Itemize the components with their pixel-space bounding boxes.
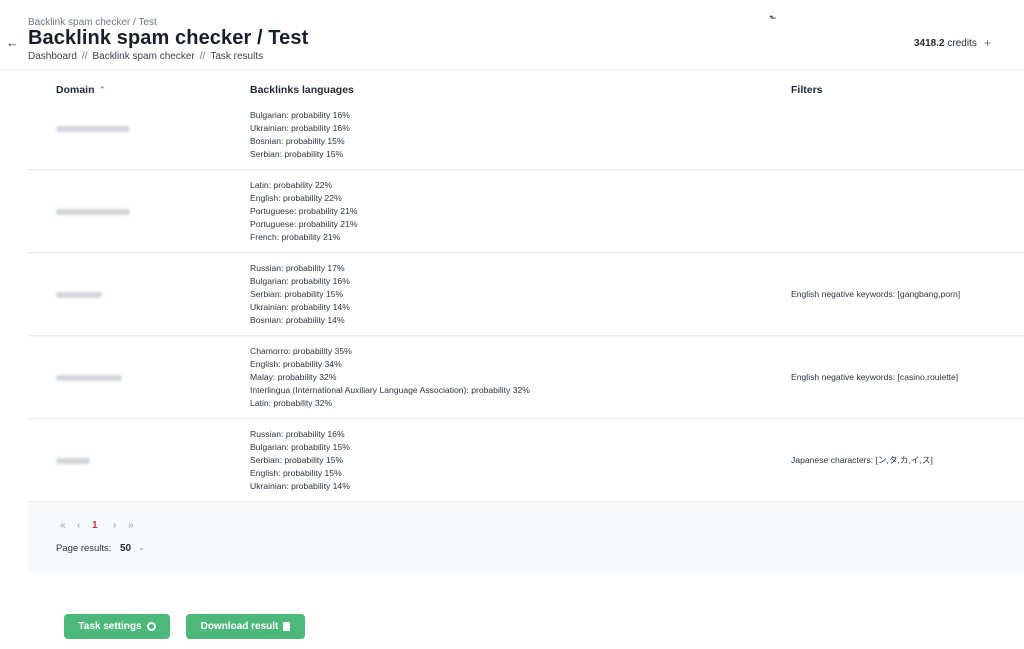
page-header: ← Backlink spam checker / Test Backlink … — [0, 0, 1024, 70]
language-entry: English: probability 34% — [250, 358, 342, 369]
breadcrumb-backlink-spam-checker[interactable]: Backlink spam checker — [92, 51, 194, 62]
languages-cell: Russian: probability 16% Bulgarian: prob… — [250, 428, 350, 493]
chevron-up-icon: ⌃ — [98, 85, 107, 95]
language-entry: Bulgarian: probability 16% — [250, 275, 350, 286]
previous-page-button[interactable]: ‹ — [77, 520, 80, 531]
breadcrumb-separator: // — [81, 51, 88, 62]
first-page-button[interactable]: « — [60, 520, 66, 531]
domain-cell-redacted[interactable] — [56, 458, 90, 464]
page-results-select[interactable]: 50 — [120, 543, 131, 554]
languages-cell: Chamorro: probability 35% English: proba… — [250, 345, 530, 410]
breadcrumb: Dashboard // Backlink spam checker // Task r… — [28, 51, 263, 62]
page-results-label: Page results: — [56, 543, 112, 554]
language-entry: Malay: probability 32% — [250, 371, 337, 382]
language-entry: English: probability 22% — [250, 192, 342, 203]
chevron-down-icon[interactable]: ⌄ — [138, 543, 145, 552]
language-entry: English: probability 15% — [250, 467, 342, 478]
language-entry: Russian: probability 17% — [250, 263, 345, 273]
last-page-button[interactable]: » — [128, 520, 134, 531]
filter-cell: English negative keywords: [casino,roule… — [791, 372, 959, 382]
language-entry: Chamorro: probability 35% — [250, 346, 352, 356]
language-entry: Interlingua (International Auxiliary Lan… — [250, 384, 530, 395]
languages-cell: Latin: probability 22% English: probabil… — [250, 179, 358, 244]
breadcrumb-task-results[interactable]: Task results — [210, 51, 263, 62]
language-entry: Serbian: probability 15% — [250, 288, 344, 299]
domain-cell-redacted[interactable] — [56, 126, 130, 132]
table-row: Latin: probability 22% English: probabil… — [28, 171, 1024, 253]
language-entry: Ukrainian: probability 16% — [250, 122, 350, 133]
column-header-languages: Backlinks languages — [250, 84, 354, 96]
language-entry: Bulgarian: probability 16% — [250, 110, 350, 120]
language-entry: Bulgarian: probability 15% — [250, 441, 350, 452]
breadcrumb-dashboard[interactable]: Dashboard — [28, 51, 77, 62]
next-page-button[interactable]: › — [113, 520, 116, 531]
results-panel: Domain ⌃ Backlinks languages Filters Bulg… — [28, 70, 1024, 573]
language-entry: Portuguese: probability 21% — [250, 205, 358, 216]
column-header-filters: Filters — [791, 84, 823, 96]
task-settings-label: Task settings — [78, 621, 142, 632]
language-entry: Ukrainian: probability 14% — [250, 480, 350, 491]
table-row: Chamorro: probability 35% English: proba… — [28, 337, 1024, 419]
download-result-button[interactable]: Download result — [186, 614, 305, 639]
languages-cell: Bulgarian: probability 16% Ukrainian: pr… — [250, 109, 350, 161]
task-settings-button[interactable]: Task settings — [64, 614, 170, 639]
language-entry: Latin: probability 22% — [250, 180, 333, 190]
language-entry: French: probability 21% — [250, 231, 341, 242]
mouse-cursor-icon: ⬑ — [769, 13, 777, 23]
gear-icon — [146, 622, 156, 631]
arrow-left-icon[interactable]: ← — [6, 35, 19, 50]
page-title: Backlink spam checker / Test — [28, 27, 309, 49]
language-entry: Bosnian: probability 15% — [250, 135, 345, 146]
document-icon — [283, 622, 291, 631]
page-1-button[interactable]: 1 — [92, 520, 98, 531]
language-entry: Bosnian: probability 14% — [250, 314, 345, 325]
languages-cell: Russian: probability 17% Bulgarian: prob… — [250, 262, 350, 327]
domain-cell-redacted[interactable] — [56, 375, 122, 381]
domain-cell-redacted[interactable] — [56, 292, 102, 298]
column-header-domain-label: Domain — [56, 84, 95, 96]
language-entry: Serbian: probability 15% — [250, 454, 344, 465]
table-header: Domain ⌃ Backlinks languages Filters — [28, 70, 1024, 110]
table-row: Russian: probability 16% Bulgarian: prob… — [28, 420, 1024, 502]
language-entry: Portuguese: probability 21% — [250, 218, 358, 229]
column-header-domain[interactable]: Domain ⌃ — [56, 84, 106, 96]
download-result-label: Download result — [200, 621, 279, 632]
credits-value: 3418.2 — [914, 38, 945, 49]
table-row: Russian: probability 17% Bulgarian: prob… — [28, 254, 1024, 336]
credits-label: credits — [944, 38, 977, 49]
breadcrumb-separator: // — [199, 51, 206, 62]
table-row: Bulgarian: probability 16% Ukrainian: pr… — [28, 110, 1024, 170]
filter-cell: English negative keywords: [gangbang,por… — [791, 289, 961, 299]
domain-cell-redacted[interactable] — [56, 209, 130, 215]
credits-display: 3418.2 credits — [914, 38, 977, 49]
language-entry: Latin: probability 32% — [250, 397, 333, 408]
language-entry: Russian: probability 16% — [250, 429, 345, 439]
language-entry: Ukrainian: probability 14% — [250, 301, 350, 312]
language-entry: Serbian: probability 15% — [250, 148, 344, 159]
add-credits-button[interactable]: + — [984, 36, 991, 50]
filter-cell: Japanese characters: [ン,タ,カ,イ,ス] — [791, 455, 933, 465]
